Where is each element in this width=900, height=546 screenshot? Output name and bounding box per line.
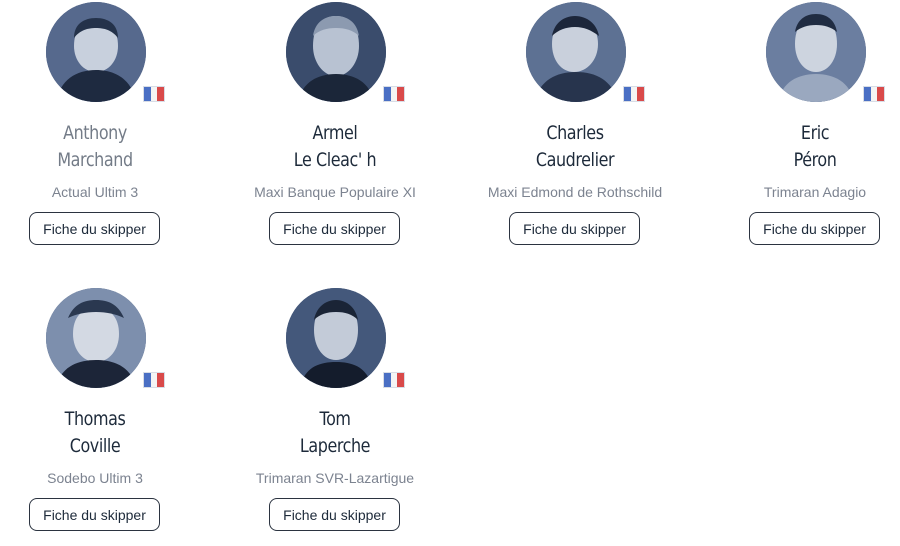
skipper-profile-button[interactable]: Fiche du skipper bbox=[749, 212, 880, 245]
avatar[interactable] bbox=[46, 288, 146, 388]
skipper-name[interactable]: Tom Laperche bbox=[255, 406, 415, 460]
boat-name: Maxi Edmond de Rothschild bbox=[487, 184, 663, 200]
avatar-wrap bbox=[46, 2, 166, 104]
skipper-name[interactable]: Thomas Coville bbox=[15, 406, 175, 460]
first-name: Eric bbox=[800, 122, 830, 144]
avatar[interactable] bbox=[286, 288, 386, 388]
skipper-profile-button[interactable]: Fiche du skipper bbox=[509, 212, 640, 245]
skipper-profile-button[interactable]: Fiche du skipper bbox=[29, 498, 160, 531]
skipper-name[interactable]: Armel Le Cleac' h bbox=[255, 120, 415, 174]
avatar-wrap bbox=[286, 288, 406, 390]
first-name: Charles bbox=[546, 122, 604, 144]
avatar-wrap bbox=[526, 2, 646, 104]
last-name: Péron bbox=[793, 149, 837, 171]
france-flag-icon bbox=[144, 373, 165, 387]
skipper-name[interactable]: Charles Caudrelier bbox=[495, 120, 655, 174]
avatar[interactable] bbox=[766, 2, 866, 102]
last-name: Laperche bbox=[299, 435, 371, 457]
first-name: Armel bbox=[312, 122, 358, 144]
skipper-grid: Anthony Marchand Actual Ultim 3 Fiche du… bbox=[0, 0, 900, 546]
skipper-name[interactable]: Eric Péron bbox=[735, 120, 895, 174]
last-name: Caudrelier bbox=[535, 149, 615, 171]
france-flag-icon bbox=[144, 87, 165, 101]
boat-name: Maxi Banque Populaire XI bbox=[254, 184, 416, 200]
skipper-name[interactable]: Anthony Marchand bbox=[15, 120, 175, 174]
boat-name: Actual Ultim 3 bbox=[51, 184, 139, 200]
last-name: Coville bbox=[69, 435, 121, 457]
avatar-wrap bbox=[766, 2, 886, 104]
avatar-wrap bbox=[46, 288, 166, 390]
france-flag-icon bbox=[864, 87, 885, 101]
france-flag-icon bbox=[384, 373, 405, 387]
avatar[interactable] bbox=[286, 2, 386, 102]
boat-name: Sodebo Ultim 3 bbox=[47, 470, 143, 486]
skipper-profile-button[interactable]: Fiche du skipper bbox=[269, 212, 400, 245]
last-name: Le Cleac' h bbox=[293, 149, 377, 171]
boat-name: Trimaran SVR-Lazartigue bbox=[255, 470, 415, 486]
avatar-wrap bbox=[286, 2, 406, 104]
first-name: Thomas bbox=[64, 408, 126, 430]
first-name: Tom bbox=[319, 408, 351, 430]
avatar[interactable] bbox=[46, 2, 146, 102]
boat-name: Trimaran Adagio bbox=[763, 184, 867, 200]
skipper-profile-button[interactable]: Fiche du skipper bbox=[29, 212, 160, 245]
first-name: Anthony bbox=[63, 122, 127, 144]
skipper-profile-button[interactable]: Fiche du skipper bbox=[269, 498, 400, 531]
france-flag-icon bbox=[384, 87, 405, 101]
france-flag-icon bbox=[624, 87, 645, 101]
last-name: Marchand bbox=[57, 149, 133, 171]
avatar[interactable] bbox=[526, 2, 626, 102]
